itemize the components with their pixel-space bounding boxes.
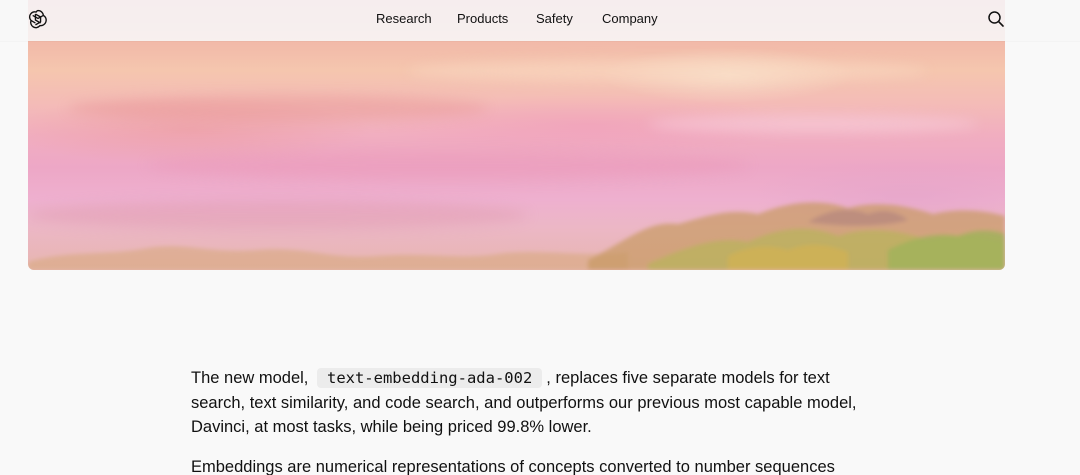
nav-research[interactable]: Research (376, 11, 432, 27)
treeline-graphic (28, 202, 1005, 270)
nav-safety[interactable]: Safety (536, 11, 573, 27)
main-nav: Research Products Safety Company (0, 11, 1080, 29)
search-icon[interactable] (987, 10, 1005, 28)
article-paragraph: The new model, text-embedding-ada-002, r… (191, 366, 861, 440)
article-paragraph-2: Embeddings are numerical representations… (191, 457, 835, 475)
nav-products[interactable]: Products (457, 11, 508, 27)
page: Research Products Safety Company The new… (0, 0, 1080, 475)
nav-company[interactable]: Company (602, 11, 658, 27)
paragraph-lead: The new model, (191, 369, 313, 387)
site-header: Research Products Safety Company (0, 0, 1080, 41)
model-name-code: text-embedding-ada-002 (316, 368, 543, 388)
article-body: The new model, text-embedding-ada-002, r… (191, 366, 861, 475)
